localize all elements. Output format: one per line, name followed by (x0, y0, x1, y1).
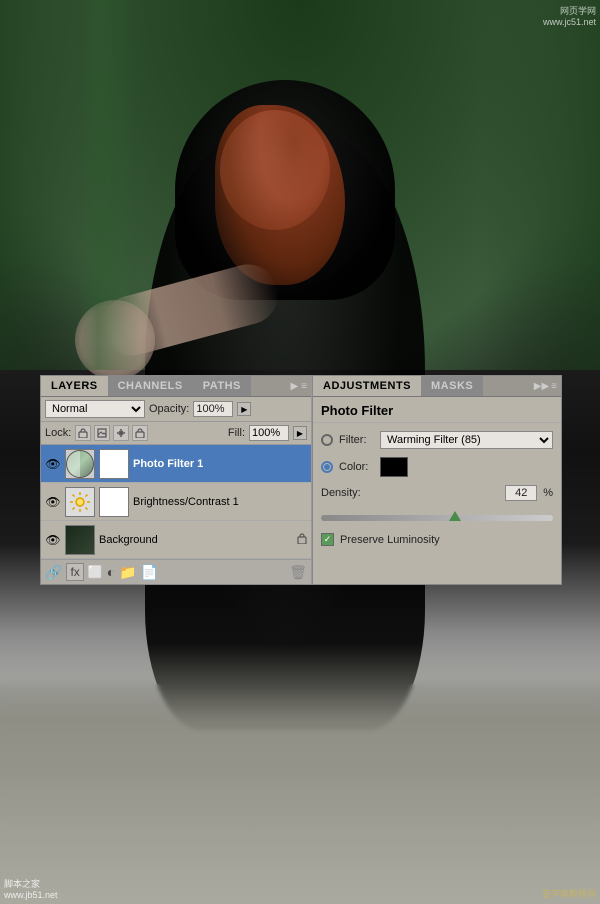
adjustments-panel: ADJUSTMENTS MASKS ▶▶ ≡ Photo Filter Filt… (312, 375, 562, 585)
adj-panel-title: Photo Filter (313, 397, 561, 423)
tab-channels[interactable]: CHANNELS (108, 376, 193, 396)
watermark-site-url: www.jc51.net (543, 17, 596, 27)
blur-overlay (0, 684, 600, 904)
tree-mid-left (80, 0, 140, 370)
layer-name-brightness: Brightness/Contrast 1 (133, 496, 307, 508)
layers-panel-tabs: LAYERS CHANNELS PATHS ▶ ≡ (41, 376, 311, 397)
new-folder-btn[interactable]: 📁 (119, 564, 136, 581)
preserve-luminosity-row: ✓ Preserve Luminosity (313, 529, 561, 550)
lock-all-btn[interactable] (132, 425, 148, 441)
watermark-bl-url: www.jb51.net (4, 890, 58, 900)
tab-paths[interactable]: PATHS (193, 376, 251, 396)
layer-thumb-brightness (65, 487, 95, 517)
filter-select[interactable]: Warming Filter (85) Warming Filter (81) … (380, 431, 553, 449)
filter-radio-btn[interactable] (321, 434, 333, 446)
density-input[interactable] (505, 485, 537, 501)
layer-lock-icon (297, 532, 307, 547)
tree-right (480, 0, 600, 370)
adj-panel-body: Filter: Warming Filter (85) Warming Filt… (313, 423, 561, 513)
panel-menu-arrow[interactable]: ▶ (290, 381, 298, 392)
watermark-bottom-right: 查字典教程网 (542, 887, 596, 900)
adj-panel-tabs: ADJUSTMENTS MASKS ▶▶ ≡ (313, 376, 561, 397)
watermark-top-right: 网页学网 www.jc51.net (543, 4, 596, 27)
color-radio-label: Color: (339, 461, 374, 473)
opacity-input[interactable] (193, 401, 233, 417)
fill-input[interactable] (249, 425, 289, 441)
watermark-site-name: 网页学网 (543, 4, 596, 17)
filter-radio-row: Filter: Warming Filter (85) Warming Filt… (321, 431, 553, 449)
lock-label: Lock: (45, 427, 71, 439)
layer-thumb-background (65, 525, 95, 555)
density-slider-row (313, 515, 561, 529)
preserve-luminosity-label: Preserve Luminosity (340, 534, 440, 546)
tab-layers[interactable]: LAYERS (41, 376, 108, 396)
adj-tab-icons-group: ▶▶ ≡ (534, 381, 561, 392)
lock-icons-group (75, 425, 148, 441)
tab-masks[interactable]: MASKS (421, 376, 483, 396)
lock-position-btn[interactable] (113, 425, 129, 441)
density-slider-track[interactable] (321, 515, 553, 521)
opacity-label: Opacity: (149, 403, 189, 415)
new-adjustment-btn[interactable]: ◐ (107, 564, 115, 580)
layers-panel: LAYERS CHANNELS PATHS ▶ ≡ Normal Multipl… (40, 375, 312, 585)
panels-container: LAYERS CHANNELS PATHS ▶ ≡ Normal Multipl… (40, 375, 562, 585)
watermark-bl-name: 脚本之家 (4, 877, 58, 890)
blend-mode-select[interactable]: Normal Multiply Screen (45, 400, 145, 418)
opacity-arrow[interactable]: ▶ (237, 402, 251, 416)
delete-layer-btn[interactable]: 🗑 (289, 564, 307, 581)
new-layer-btn[interactable]: 📄 (141, 564, 158, 581)
layer-mask-photo-filter (99, 449, 129, 479)
checkbox-check-mark: ✓ (324, 534, 332, 545)
blend-opacity-row: Normal Multiply Screen Opacity: ▶ (41, 397, 311, 422)
panel-menu-lines[interactable]: ≡ (301, 381, 307, 392)
layer-thumb-photo-filter (65, 449, 95, 479)
adj-nav-arrow[interactable]: ▶▶ (534, 381, 549, 392)
lock-image-btn[interactable] (94, 425, 110, 441)
lock-fill-row: Lock: Fill: ▶ (41, 422, 311, 445)
layer-name-background: Background (99, 534, 293, 546)
layer-eye-background[interactable]: 👁 (45, 532, 61, 548)
watermark-bottom-left: 脚本之家 www.jb51.net (4, 877, 58, 900)
density-slider-thumb[interactable] (449, 511, 461, 521)
color-radio-row: Color: (321, 457, 553, 477)
adj-menu-icon[interactable]: ≡ (551, 381, 557, 392)
add-mask-btn[interactable]: ⬜ (88, 565, 103, 579)
layer-eye-brightness[interactable]: 👁 (45, 494, 61, 510)
preserve-luminosity-checkbox[interactable]: ✓ (321, 533, 334, 546)
watermark-br-name: 查字典教程网 (542, 887, 596, 900)
layer-name-photo-filter: Photo Filter 1 (133, 458, 307, 470)
layer-mask-brightness (99, 487, 129, 517)
density-unit: % (543, 487, 553, 499)
lock-transparent-btn[interactable] (75, 425, 91, 441)
layer-row-brightness[interactable]: 👁 Brightness/Co (41, 483, 311, 521)
layer-row-photo-filter[interactable]: 👁 Photo Filter 1 (41, 445, 311, 483)
fill-arrow[interactable]: ▶ (293, 426, 307, 440)
density-row: Density: % (321, 485, 553, 501)
link-layers-btn[interactable]: 🔗 (45, 564, 62, 581)
density-label: Density: (321, 487, 376, 499)
color-radio-btn[interactable] (321, 461, 333, 473)
color-radio-inner (324, 464, 330, 470)
color-swatch[interactable] (380, 457, 408, 477)
layer-eye-photo-filter[interactable]: 👁 (45, 456, 61, 472)
layers-toolbar: 🔗 fx ⬜ ◐ 📁 📄 🗑 (41, 559, 311, 584)
filter-radio-label: Filter: (339, 434, 374, 446)
layer-row-background[interactable]: 👁 Background (41, 521, 311, 559)
tab-adjustments[interactable]: ADJUSTMENTS (313, 376, 421, 396)
fill-label: Fill: (228, 427, 245, 439)
add-style-btn[interactable]: fx (66, 563, 83, 581)
